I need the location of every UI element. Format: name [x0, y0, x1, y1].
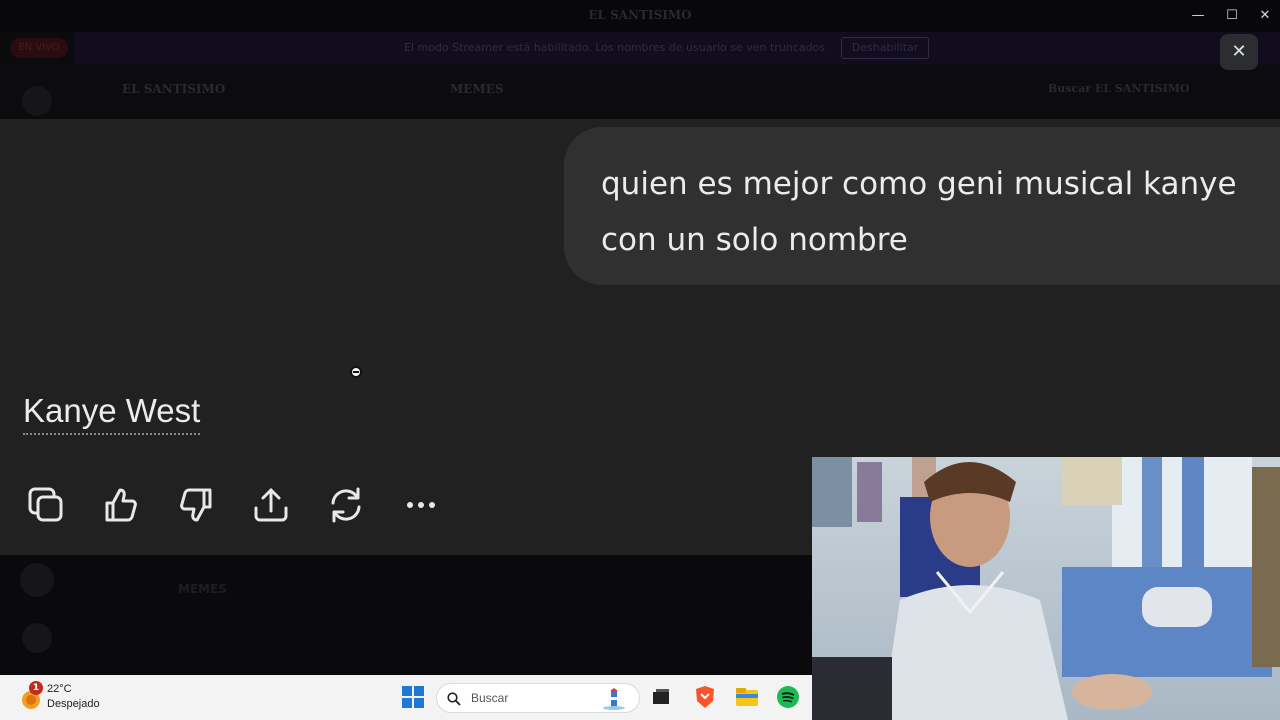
search-placeholder: Buscar	[471, 691, 509, 705]
user-avatar[interactable]	[22, 86, 52, 116]
overlay-close-button[interactable]: ✕	[1220, 34, 1258, 70]
window-titlebar: EL SANTISIMO — ☐ ✕	[0, 0, 1280, 32]
webcam-image	[812, 457, 1280, 720]
weather-badge: 1	[29, 681, 43, 695]
file-explorer-icon[interactable]	[734, 684, 760, 710]
background-channel-list: MEMES	[0, 555, 812, 675]
banner-text: El modo Streamer está habilitado. Los no…	[404, 41, 826, 54]
brave-browser-icon[interactable]	[692, 684, 718, 710]
copy-icon	[28, 487, 63, 522]
share-icon	[254, 488, 288, 522]
bottom-channel-label: MEMES	[178, 582, 227, 596]
webcam-feed	[812, 457, 1280, 720]
share-button[interactable]	[249, 483, 293, 527]
task-view-icon[interactable]	[648, 684, 674, 710]
windows-start-icon[interactable]	[400, 684, 426, 710]
user-message-line: quien es mejor como geni musical kanye	[601, 166, 1237, 202]
good-response-button[interactable]	[99, 483, 143, 527]
regenerate-button[interactable]	[324, 483, 368, 527]
spotify-icon[interactable]	[775, 684, 801, 710]
thumbs-up-icon	[105, 488, 137, 522]
user-message: quien es mejor como geni musical kanye c…	[601, 156, 1280, 268]
live-pill: EN VIVO	[10, 38, 68, 58]
streamer-mode-banner: El modo Streamer está habilitado. Los no…	[74, 32, 1280, 64]
copy-button[interactable]	[24, 483, 68, 527]
more-options-button[interactable]	[399, 483, 443, 527]
avatar	[22, 623, 52, 653]
taskbar: 1 22°C Despejado Buscar	[0, 675, 812, 720]
lighthouse-icon	[603, 688, 625, 710]
window-title: EL SANTISIMO	[588, 8, 692, 22]
bad-response-button[interactable]	[174, 483, 218, 527]
regenerate-icon	[331, 487, 361, 523]
thumbs-down-icon	[180, 488, 212, 522]
disable-button[interactable]: Deshabilitar	[841, 37, 929, 59]
weather-condition: Despejado	[47, 698, 100, 710]
search-icon	[447, 692, 461, 706]
channel-name: MEMES	[450, 82, 504, 96]
maximize-button[interactable]: ☐	[1217, 4, 1247, 28]
server-search[interactable]: Buscar EL SANTISIMO	[1048, 82, 1190, 95]
weather-temperature: 22°C	[47, 683, 72, 695]
assistant-answer: Kanye West	[23, 391, 201, 435]
server-name[interactable]: EL SANTISIMO	[122, 82, 225, 96]
mouse-cursor-icon	[350, 366, 362, 378]
more-icon	[407, 502, 435, 508]
avatar	[20, 563, 54, 597]
taskbar-search[interactable]: Buscar	[436, 683, 640, 713]
user-message-line: con un solo nombre	[601, 222, 908, 258]
minimize-button[interactable]: —	[1183, 4, 1213, 28]
screen: EL SANTISIMO — ☐ ✕ EN VIVO El modo Strea…	[0, 0, 1280, 720]
close-window-button[interactable]: ✕	[1250, 4, 1280, 28]
